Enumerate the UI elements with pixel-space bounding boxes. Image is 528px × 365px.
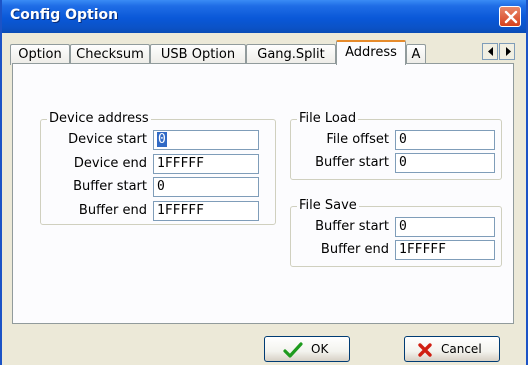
checkmark-icon <box>283 342 303 358</box>
tab-usb-option[interactable]: USB Option <box>150 44 246 65</box>
tab-usb-option-label: USB Option <box>160 47 236 62</box>
device-start-value: 0 <box>157 132 167 147</box>
arrow-left-icon <box>488 47 493 56</box>
device-end-value: 1FFFFF <box>157 156 204 171</box>
save-buffer-start-value: 0 <box>399 219 407 234</box>
tab-option-label: Option <box>18 47 62 62</box>
save-buffer-start-input[interactable]: 0 <box>395 217 495 237</box>
title-bar[interactable]: Config Option <box>2 0 526 33</box>
load-buffer-start-label: Buffer start <box>315 155 389 170</box>
cross-icon <box>418 343 432 357</box>
tab-checksum[interactable]: Checksum <box>70 44 150 65</box>
load-buffer-start-value: 0 <box>399 155 407 170</box>
tab-address-label: Address <box>345 45 397 60</box>
tab-scroll-left-button[interactable] <box>482 43 498 60</box>
config-option-dialog: Config Option Option Checksum USB Option… <box>0 0 528 365</box>
save-buffer-end-input[interactable]: 1FFFFF <box>395 240 495 260</box>
device-buffer-start-value: 0 <box>157 179 165 194</box>
tab-option[interactable]: Option <box>10 44 70 65</box>
file-offset-value: 0 <box>399 132 407 147</box>
address-tab-panel: Device address Device start 0 Device end… <box>12 63 514 324</box>
save-buffer-end-value: 1FFFFF <box>399 242 446 257</box>
cancel-button-label: Cancel <box>441 342 482 356</box>
file-offset-input[interactable]: 0 <box>395 130 495 150</box>
close-button[interactable] <box>499 6 521 27</box>
arrow-right-icon <box>506 47 511 56</box>
file-offset-label: File offset <box>326 132 389 147</box>
ok-button-label: OK <box>311 342 329 356</box>
device-end-input[interactable]: 1FFFFF <box>153 154 259 174</box>
file-save-group: File Save Buffer start 0 Buffer end 1FFF… <box>290 198 502 267</box>
tab-strip: Option Checksum USB Option Gang.Split Ad… <box>10 40 522 65</box>
load-buffer-start-input[interactable]: 0 <box>395 153 495 173</box>
device-buffer-end-value: 1FFFFF <box>157 203 204 218</box>
device-address-title: Device address <box>47 111 151 126</box>
file-load-title: File Load <box>297 111 359 126</box>
file-save-title: File Save <box>297 198 359 213</box>
file-load-group: File Load File offset 0 Buffer start 0 <box>290 111 502 180</box>
tab-advanced-label: A <box>411 47 421 62</box>
tab-scroll-right-button[interactable] <box>499 43 515 60</box>
tab-gang-split[interactable]: Gang.Split <box>246 44 336 65</box>
tab-gang-split-label: Gang.Split <box>257 47 325 62</box>
ok-button[interactable]: OK <box>264 336 350 362</box>
device-buffer-start-input[interactable]: 0 <box>153 177 259 197</box>
device-address-group: Device address Device start 0 Device end… <box>40 111 276 225</box>
tab-advanced[interactable]: A <box>406 44 426 65</box>
tab-address[interactable]: Address <box>336 40 406 65</box>
close-icon <box>504 10 518 24</box>
device-end-label: Device end <box>73 156 147 171</box>
cancel-button[interactable]: Cancel <box>404 336 500 362</box>
device-buffer-end-label: Buffer end <box>78 203 147 218</box>
device-buffer-start-label: Buffer start <box>73 179 147 194</box>
window-title: Config Option <box>10 7 119 23</box>
tab-checksum-label: Checksum <box>76 47 144 62</box>
device-buffer-end-input[interactable]: 1FFFFF <box>153 201 259 221</box>
device-start-input[interactable]: 0 <box>153 130 259 150</box>
device-start-label: Device start <box>68 132 147 147</box>
save-buffer-start-label: Buffer start <box>315 219 389 234</box>
save-buffer-end-label: Buffer end <box>320 242 389 257</box>
